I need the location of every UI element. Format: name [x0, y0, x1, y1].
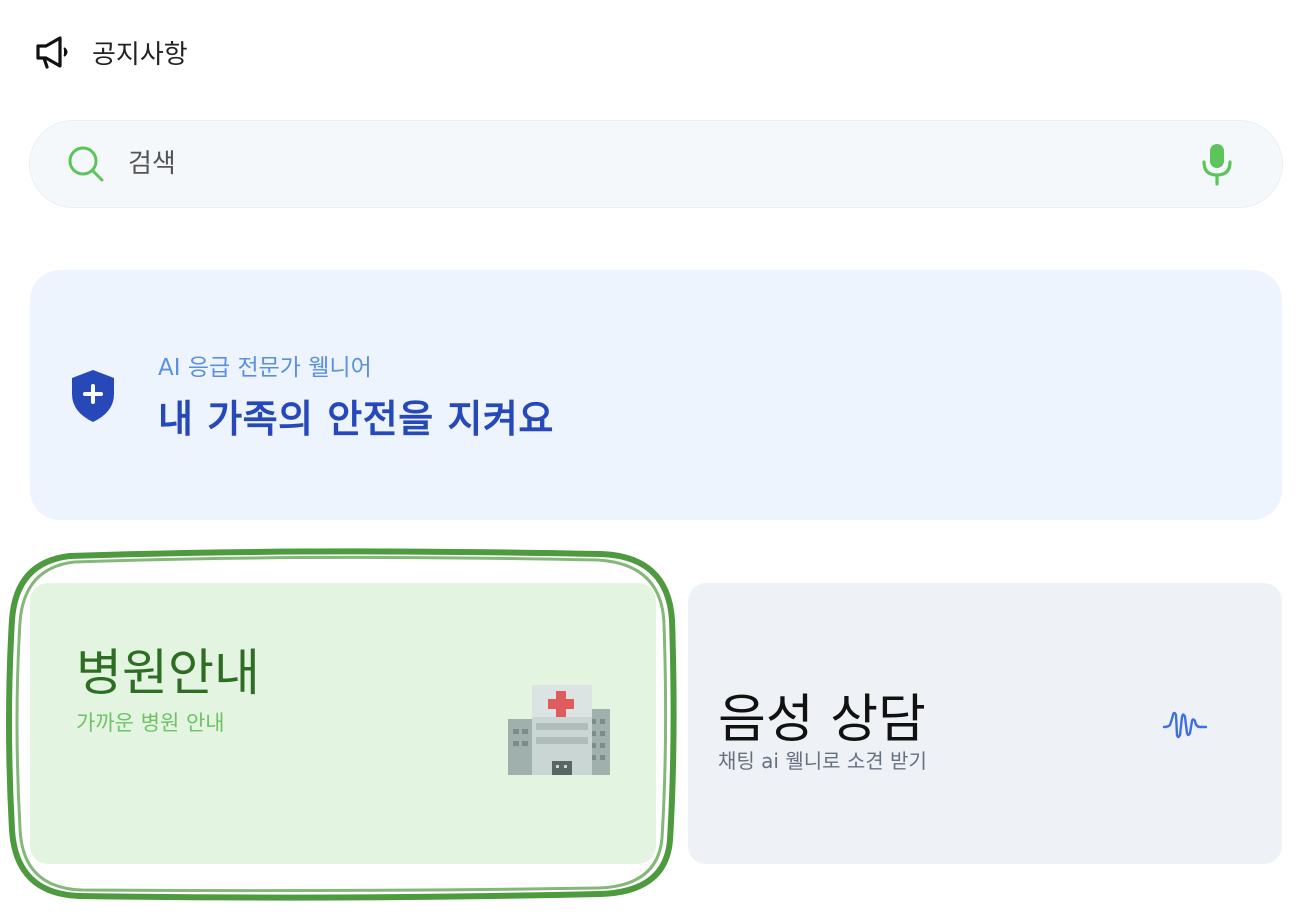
voice-wave-icon [1162, 709, 1214, 741]
voice-card-title: 음성 상담 [718, 690, 926, 750]
hospital-card-title: 병원안내 [76, 644, 260, 702]
notice-link[interactable]: 공지사항 [34, 28, 188, 76]
notice-label: 공지사항 [92, 39, 188, 70]
voice-consult-card[interactable]: 음성 상담 채팅 ai 웰니로 소견 받기 [688, 583, 1282, 864]
hospital-guide-card[interactable]: 병원안내 가까운 병원 안내 [30, 583, 656, 864]
microphone-icon[interactable] [1192, 139, 1242, 189]
shield-plus-icon [68, 368, 118, 424]
search-bar [29, 120, 1283, 208]
safety-banner[interactable]: AI 응급 전문가 웰니어 내 가족의 안전을 지켜요 [30, 270, 1282, 520]
banner-title: 내 가족의 안전을 지켜요 [158, 397, 554, 441]
voice-card-subtitle: 채팅 ai 웰니로 소견 받기 [718, 749, 927, 773]
megaphone-icon [34, 32, 74, 72]
hospital-card-subtitle: 가까운 병원 안내 [76, 711, 225, 735]
search-icon [64, 142, 108, 186]
banner-subtitle: AI 응급 전문가 웰니어 [158, 355, 372, 381]
hospital-icon [506, 683, 612, 777]
search-input[interactable] [126, 133, 1192, 195]
